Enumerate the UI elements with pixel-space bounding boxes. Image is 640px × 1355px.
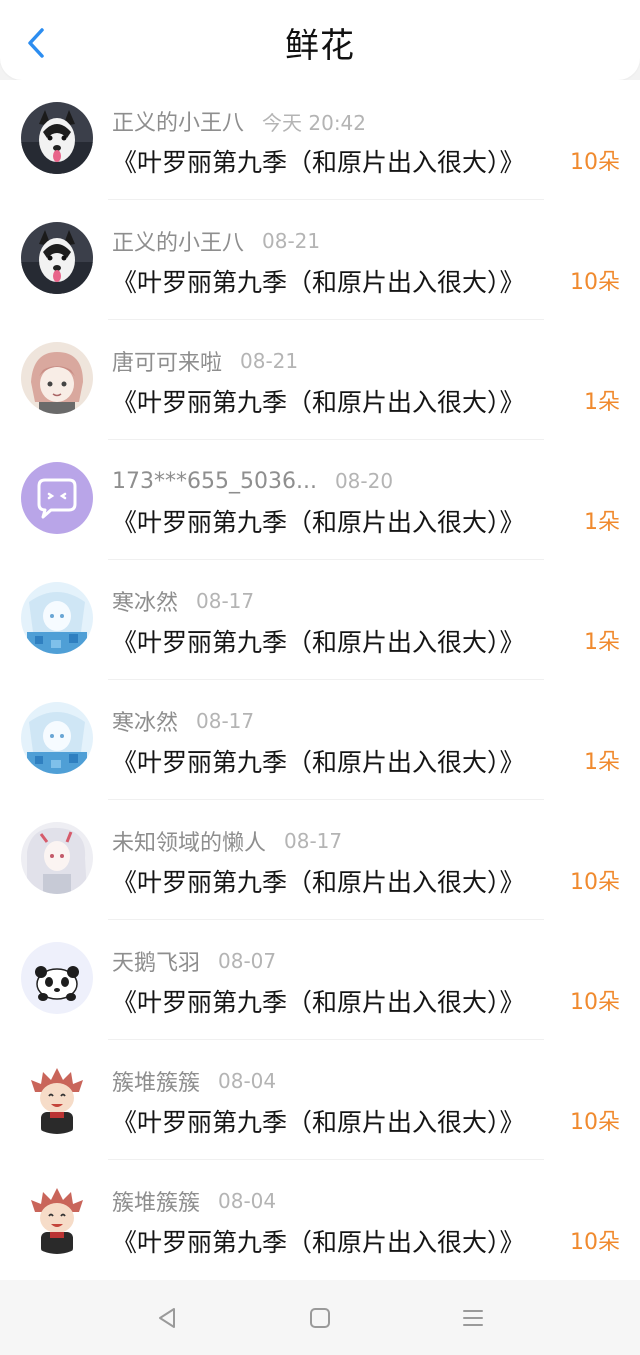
list-item[interactable]: 簇堆簇簇 08-04 《叶罗丽第九季（和原片出入很大）》 10朵 [0,1040,640,1160]
flower-amount: 1朵 [584,510,620,535]
item-meta: 簇堆簇簇 08-04 [112,1064,276,1098]
work-title[interactable]: 《叶罗丽第九季（和原片出入很大）》 [112,982,552,1024]
nav-menu-icon [463,1310,483,1326]
work-title[interactable]: 《叶罗丽第九季（和原片出入很大）》 [112,502,552,544]
item-meta: 唐可可来啦 08-21 [112,344,298,378]
send-date: 08-07 [218,949,277,973]
work-title[interactable]: 《叶罗丽第九季（和原片出入很大）》 [112,382,552,424]
sender-name[interactable]: 173***655_5036... [112,469,317,494]
list-item[interactable]: 173***655_5036... 08-20 《叶罗丽第九季（和原片出入很大）… [0,440,640,560]
list-item[interactable]: 天鹅飞羽 08-07 《叶罗丽第九季（和原片出入很大）》 10朵 [0,920,640,1040]
flower-list: 正义的小王八 今天 20:42 《叶罗丽第九季（和原片出入很大）》 10朵 正义… [0,80,640,1280]
sender-name[interactable]: 正义的小王八 [112,105,244,137]
flower-amount: 10朵 [570,990,620,1015]
avatar[interactable] [21,342,93,414]
send-date: 08-17 [196,589,255,613]
item-meta: 正义的小王八 今天 20:42 [112,104,366,138]
nav-back-icon [159,1308,175,1328]
list-item[interactable]: 唐可可来啦 08-21 《叶罗丽第九季（和原片出入很大）》 1朵 [0,320,640,440]
work-title[interactable]: 《叶罗丽第九季（和原片出入很大）》 [112,622,552,664]
sender-name[interactable]: 簇堆簇簇 [112,1065,200,1097]
send-date: 今天 20:42 [262,110,367,135]
sender-name[interactable]: 未知领域的懒人 [112,825,266,857]
husky-avatar-icon [21,222,93,294]
avatar[interactable] [21,1062,93,1134]
flower-amount: 10朵 [570,1110,620,1135]
avatar[interactable] [21,222,93,294]
item-meta: 寒冰然 08-17 [112,704,254,738]
send-date: 08-17 [284,829,343,853]
husky-avatar-icon [21,102,93,174]
system-navigation-bar [0,1280,640,1355]
default-chat-avatar-icon [21,462,93,534]
item-meta: 寒冰然 08-17 [112,584,254,618]
ice-anime-avatar-icon [21,582,93,654]
flower-amount: 1朵 [584,750,620,775]
item-meta: 簇堆簇簇 08-04 [112,1184,276,1218]
nav-menu-button[interactable] [453,1298,493,1338]
sender-name[interactable]: 寒冰然 [112,705,178,737]
avatar[interactable] [21,1182,93,1254]
flower-amount: 1朵 [584,390,620,415]
chibi-boy-avatar-icon [21,1062,93,1134]
flower-amount: 10朵 [570,1230,620,1255]
chibi-boy-avatar-icon [21,1182,93,1254]
avatar[interactable] [21,942,93,1014]
send-date: 08-20 [334,469,394,493]
item-meta: 天鹅飞羽 08-07 [112,944,276,978]
work-title[interactable]: 《叶罗丽第九季（和原片出入很大）》 [112,1222,552,1264]
list-item[interactable]: 正义的小王八 今天 20:42 《叶罗丽第九季（和原片出入很大）》 10朵 [0,80,640,200]
avatar[interactable] [21,462,93,534]
list-item[interactable]: 寒冰然 08-17 《叶罗丽第九季（和原片出入很大）》 1朵 [0,560,640,680]
list-item[interactable]: 未知领域的懒人 08-17 《叶罗丽第九季（和原片出入很大）》 10朵 [0,800,640,920]
header-bar: 鲜花 [0,0,640,80]
work-title[interactable]: 《叶罗丽第九季（和原片出入很大）》 [112,862,552,904]
flower-amount: 1朵 [584,630,620,655]
work-title[interactable]: 《叶罗丽第九季（和原片出入很大）》 [112,1102,552,1144]
white-hair-anime-avatar-icon [21,822,93,894]
send-date: 08-17 [196,709,255,733]
send-date: 08-21 [262,229,321,253]
send-date: 08-04 [218,1189,277,1213]
sender-name[interactable]: 寒冰然 [112,585,178,617]
list-item[interactable]: 正义的小王八 08-21 《叶罗丽第九季（和原片出入很大）》 10朵 [0,200,640,320]
sender-name[interactable]: 簇堆簇簇 [112,1185,200,1217]
item-meta: 正义的小王八 08-21 [112,224,320,258]
work-title[interactable]: 《叶罗丽第九季（和原片出入很大）》 [112,262,552,304]
work-title[interactable]: 《叶罗丽第九季（和原片出入很大）》 [112,142,552,184]
sender-name[interactable]: 正义的小王八 [112,225,244,257]
item-meta: 未知领域的懒人 08-17 [112,824,342,858]
page-title: 鲜花 [285,26,355,66]
flower-amount: 10朵 [570,150,620,175]
nav-back-button[interactable] [147,1298,187,1338]
sender-name[interactable]: 唐可可来啦 [112,345,222,377]
item-meta: 173***655_5036... 08-20 [112,464,393,498]
ice-anime-avatar-icon [21,702,93,774]
send-date: 08-21 [240,349,299,373]
send-date: 08-04 [218,1069,277,1093]
flower-amount: 10朵 [570,270,620,295]
avatar[interactable] [21,822,93,894]
sender-name[interactable]: 天鹅飞羽 [112,945,200,977]
avatar[interactable] [21,702,93,774]
avatar[interactable] [21,582,93,654]
flower-amount: 10朵 [570,870,620,895]
anime-girl-avatar-icon [21,342,93,414]
work-title[interactable]: 《叶罗丽第九季（和原片出入很大）》 [112,742,552,784]
list-item[interactable]: 寒冰然 08-17 《叶罗丽第九季（和原片出入很大）》 1朵 [0,680,640,800]
avatar[interactable] [21,102,93,174]
nav-home-icon [310,1308,330,1328]
list-item[interactable]: 簇堆簇簇 08-04 《叶罗丽第九季（和原片出入很大）》 10朵 [0,1160,640,1280]
panda-avatar-icon [21,942,93,1014]
nav-home-button[interactable] [300,1298,340,1338]
